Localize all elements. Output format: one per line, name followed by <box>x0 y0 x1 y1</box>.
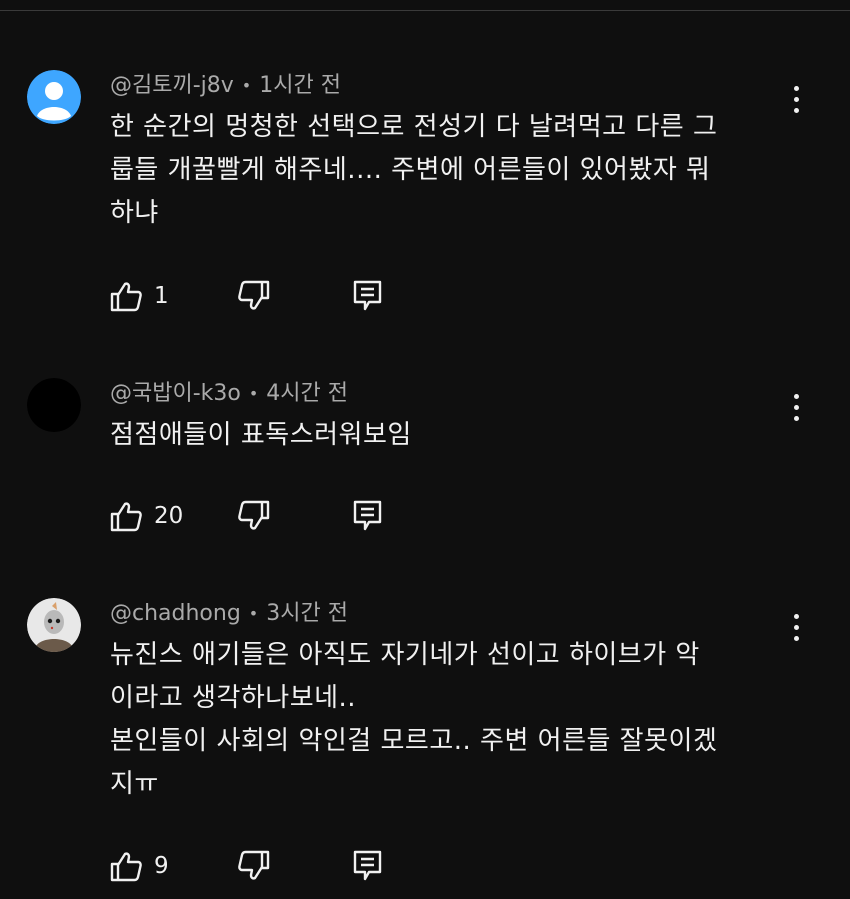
avatar[interactable] <box>27 378 81 432</box>
reply-icon <box>353 280 382 311</box>
reply-button[interactable] <box>350 278 386 314</box>
comment-time[interactable]: 4시간 전 <box>266 381 348 406</box>
comment-meta: @chadhong • 3시간 전 <box>110 600 348 628</box>
comment-line: 지ㅠ <box>110 769 159 799</box>
black-avatar-icon <box>27 378 81 432</box>
like-count: 20 <box>154 503 184 529</box>
meta-separator: • <box>248 604 259 623</box>
like-button[interactable]: 9 <box>108 848 169 884</box>
comment-time[interactable]: 3시간 전 <box>266 601 348 626</box>
comment-line: 점점애들이 표독스러워보임 <box>110 420 412 450</box>
default-user-avatar-icon <box>27 70 81 124</box>
avatar[interactable] <box>27 70 81 124</box>
comment-meta: @국밥이-k3o • 4시간 전 <box>110 380 348 408</box>
comment-author[interactable]: @김토끼-j8v <box>110 73 234 98</box>
dislike-button[interactable] <box>236 278 272 314</box>
like-button[interactable]: 1 <box>108 278 169 314</box>
comment-meta: @김토끼-j8v • 1시간 전 <box>110 72 341 100</box>
like-count: 9 <box>154 853 169 879</box>
comment-actions: 1 <box>108 278 408 314</box>
character-avatar-icon <box>27 598 81 652</box>
dislike-button[interactable] <box>236 498 272 534</box>
comment-line: 뉴진스 애기들은 아직도 자기네가 선이고 하이브가 악 <box>110 640 700 670</box>
dislike-button[interactable] <box>236 848 272 884</box>
reply-icon <box>353 500 382 531</box>
thumbs-up-icon <box>110 502 142 532</box>
top-divider <box>0 10 850 11</box>
avatar[interactable] <box>27 598 81 652</box>
thumbs-down-icon <box>238 850 270 880</box>
meta-separator: • <box>248 384 259 403</box>
comment-line: 이라고 생각하나보네.. <box>110 683 357 713</box>
like-count: 1 <box>154 283 169 309</box>
reply-icon <box>353 850 382 881</box>
comment-author[interactable]: @chadhong <box>110 601 241 626</box>
thumbs-up-icon <box>110 282 142 312</box>
comment-author[interactable]: @국밥이-k3o <box>110 381 241 406</box>
comment-text: 한 순간의 멍청한 선택으로 전성기 다 날려먹고 다른 그 룹들 개꿀빨게 해… <box>110 106 790 235</box>
comment-text: 뉴진스 애기들은 아직도 자기네가 선이고 하이브가 악 이라고 생각하나보네.… <box>110 634 790 806</box>
reply-button[interactable] <box>350 498 386 534</box>
like-button[interactable]: 20 <box>108 498 183 534</box>
comment-line: 하냐 <box>110 198 159 228</box>
comment-actions: 20 <box>108 498 408 534</box>
comment-actions: 9 <box>108 848 408 884</box>
thumbs-up-icon <box>110 852 142 882</box>
comment-line: 한 순간의 멍청한 선택으로 전성기 다 날려먹고 다른 그 <box>110 112 718 142</box>
thumbs-down-icon <box>238 280 270 310</box>
reply-button[interactable] <box>350 848 386 884</box>
thumbs-down-icon <box>238 500 270 530</box>
comment-text: 점점애들이 표독스러워보임 <box>110 414 790 457</box>
comment-line: 룹들 개꿀빨게 해주네.... 주변에 어른들이 있어봤자 뭐 <box>110 155 711 185</box>
comment-time[interactable]: 1시간 전 <box>259 73 341 98</box>
comment-line: 본인들이 사회의 악인걸 모르고.. 주변 어른들 잘못이겠 <box>110 726 718 756</box>
meta-separator: • <box>241 76 252 95</box>
